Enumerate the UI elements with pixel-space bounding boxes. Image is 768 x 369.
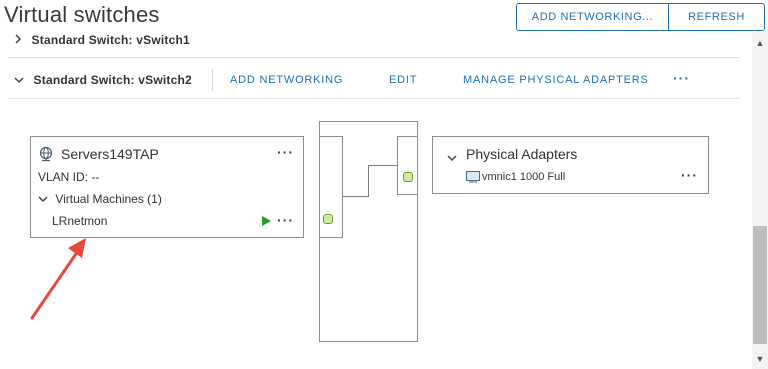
uplink-connector-icon bbox=[403, 172, 413, 182]
port-group-name[interactable]: Servers149TAP bbox=[61, 146, 159, 162]
connection-line bbox=[368, 165, 397, 166]
refresh-button[interactable]: REFRESH bbox=[669, 4, 764, 30]
chevron-down-icon bbox=[38, 192, 48, 206]
uplink-port-box bbox=[397, 136, 418, 195]
divider bbox=[8, 57, 740, 58]
switch-label: Standard Switch: vSwitch1 bbox=[31, 33, 190, 47]
manage-physical-adapters-link[interactable]: MANAGE PHYSICAL ADAPTERS bbox=[463, 74, 649, 86]
vm-section-label: Virtual Machines (1) bbox=[55, 192, 162, 206]
adapter-item[interactable]: vmnic1 1000 Full bbox=[482, 171, 565, 183]
page-title: Virtual switches bbox=[4, 2, 160, 27]
more-actions-icon[interactable]: ··· bbox=[673, 70, 690, 86]
port-group-more-icon[interactable]: ··· bbox=[277, 144, 294, 160]
divider bbox=[212, 69, 213, 91]
physical-adapters-card bbox=[432, 136, 709, 194]
play-icon[interactable] bbox=[262, 216, 271, 226]
port-connector-icon bbox=[323, 214, 333, 224]
toolbar: ADD NETWORKING... REFRESH bbox=[516, 3, 765, 31]
vm-section-toggle[interactable]: Virtual Machines (1) bbox=[38, 192, 162, 206]
add-networking-link[interactable]: ADD NETWORKING bbox=[230, 74, 343, 86]
connection-line bbox=[343, 196, 368, 197]
edit-link[interactable]: EDIT bbox=[389, 74, 417, 86]
vm-name[interactable]: LRnetmon bbox=[52, 214, 107, 228]
annotation-arrow-icon bbox=[24, 228, 104, 324]
connection-line bbox=[368, 165, 369, 197]
nic-icon bbox=[466, 170, 480, 183]
vm-more-icon[interactable]: ··· bbox=[277, 212, 294, 228]
switch-row-vswitch1[interactable]: Standard Switch: vSwitch1 bbox=[14, 33, 190, 47]
network-globe-icon bbox=[38, 146, 54, 162]
scroll-down-icon[interactable]: ▼ bbox=[753, 353, 767, 365]
add-networking-button[interactable]: ADD NETWORKING... bbox=[517, 4, 669, 30]
scrollbar-thumb[interactable] bbox=[753, 226, 767, 344]
chevron-down-icon[interactable] bbox=[14, 73, 28, 87]
divider bbox=[8, 98, 740, 99]
scroll-up-icon[interactable]: ▲ bbox=[753, 37, 767, 49]
adapter-more-icon[interactable]: ··· bbox=[681, 167, 698, 183]
vlan-id-label: VLAN ID: -- bbox=[38, 170, 100, 184]
chevron-right-icon[interactable] bbox=[14, 33, 26, 47]
chevron-down-icon[interactable] bbox=[447, 149, 457, 167]
switch-label: Standard Switch: vSwitch2 bbox=[33, 73, 192, 87]
physical-adapters-title: Physical Adapters bbox=[466, 146, 578, 162]
switch-row-vswitch2[interactable]: Standard Switch: vSwitch2 bbox=[14, 73, 192, 87]
